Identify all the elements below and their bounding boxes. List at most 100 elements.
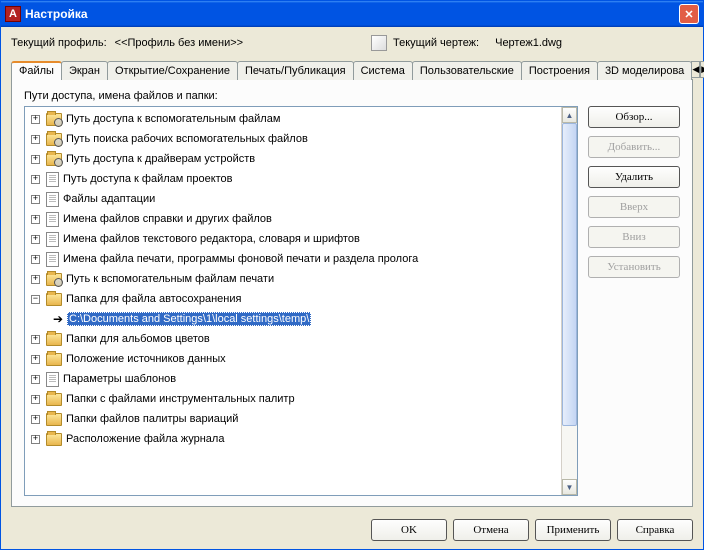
document-icon	[46, 232, 59, 247]
tree-item[interactable]: + Путь доступа к драйверам устройств	[27, 149, 559, 169]
tree-item[interactable]: + Папки с файлами инструментальных палитр	[27, 389, 559, 409]
tree-item-label: Путь поиска рабочих вспомогательных файл…	[66, 133, 308, 145]
delete-button[interactable]: Удалить	[588, 166, 680, 188]
tree-container: +Путь доступа к вспомогательным файлам+П…	[24, 106, 578, 496]
help-button[interactable]: Справка	[617, 519, 693, 541]
tree-item-label: Положение источников данных	[66, 353, 226, 365]
browse-button[interactable]: Обзор...	[588, 106, 680, 128]
expand-icon[interactable]: +	[31, 235, 40, 244]
tree-item-label: Папки файлов палитры вариаций	[66, 413, 238, 425]
drawing-icon	[371, 35, 387, 51]
expand-icon[interactable]: +	[31, 435, 40, 444]
folder-icon	[46, 293, 62, 306]
tree-item[interactable]: + Путь доступа к файлам проектов	[27, 169, 559, 189]
drawing-label: Текущий чертеж:	[393, 37, 479, 49]
drawing-value: Чертеж1.dwg	[495, 37, 562, 49]
scroll-thumb[interactable]	[562, 123, 577, 426]
tab-print[interactable]: Печать/Публикация	[237, 61, 354, 80]
tree-item[interactable]: +Имена файлов текстового редактора, слов…	[27, 229, 559, 249]
settings-window: A Настройка ✕ Текущий профиль: <<Профиль…	[0, 0, 704, 550]
tree-path-item[interactable]: ➔C:\Documents and Settings\1\local setti…	[27, 309, 559, 329]
expand-icon[interactable]: +	[31, 155, 40, 164]
folder-icon	[46, 353, 62, 366]
tree-item-label: Путь доступа к файлам проектов	[63, 173, 233, 185]
tree-item[interactable]: +Параметры шаблонов	[27, 369, 559, 389]
tree-item[interactable]: + Путь к вспомогательным файлам печати	[27, 269, 559, 289]
tree-item-label: Папка для файла автосохранения	[66, 293, 241, 305]
tree-item-label: C:\Documents and Settings\1\local settin…	[67, 312, 311, 326]
add-button: Добавить...	[588, 136, 680, 158]
expand-icon[interactable]: +	[31, 335, 40, 344]
tab-strip: Файлы Экран Открытие/Сохранение Печать/П…	[11, 61, 693, 80]
tab-user[interactable]: Пользовательские	[412, 61, 522, 80]
tree-item-label: Имена файла печати, программы фоновой пе…	[63, 253, 418, 265]
profile-label: Текущий профиль:	[11, 37, 107, 49]
tree-item-label: Папки с файлами инструментальных палитр	[66, 393, 295, 405]
expand-icon[interactable]: +	[31, 175, 40, 184]
tab-opensave[interactable]: Открытие/Сохранение	[107, 61, 238, 80]
expand-icon[interactable]: +	[31, 135, 40, 144]
titlebar[interactable]: A Настройка ✕	[1, 1, 703, 27]
tree-item-label: Папки для альбомов цветов	[66, 333, 210, 345]
tree-item[interactable]: − Папка для файла автосохранения	[27, 289, 559, 309]
tab-files[interactable]: Файлы	[11, 61, 62, 80]
expand-icon[interactable]: +	[31, 275, 40, 284]
close-button[interactable]: ✕	[679, 4, 699, 24]
tree-item[interactable]: + Расположение файла журнала	[27, 429, 559, 449]
expand-icon[interactable]: +	[31, 195, 40, 204]
scroll-down-button[interactable]: ▼	[562, 479, 577, 495]
tree-item[interactable]: + Путь доступа к вспомогательным файлам	[27, 109, 559, 129]
tab-scroll-left[interactable]: ◀	[691, 61, 700, 78]
folder-search-icon	[46, 273, 62, 286]
tree-item[interactable]: +Имена файлов справки и других файлов	[27, 209, 559, 229]
collapse-icon[interactable]: −	[31, 295, 40, 304]
expand-icon[interactable]: +	[31, 415, 40, 424]
scroll-track[interactable]	[562, 123, 577, 479]
tab-3d[interactable]: 3D моделирова	[597, 61, 692, 80]
scrollbar[interactable]: ▲ ▼	[561, 107, 577, 495]
folder-search-icon	[46, 113, 62, 126]
tab-build[interactable]: Построения	[521, 61, 598, 80]
bottom-button-bar: OK Отмена Применить Справка	[1, 511, 703, 549]
expand-icon[interactable]: +	[31, 215, 40, 224]
document-icon	[46, 372, 59, 387]
tab-content-files: Пути доступа, имена файлов и папки: + Пут…	[11, 79, 693, 507]
tree-item-label: Путь доступа к вспомогательным файлам	[66, 113, 280, 125]
document-icon	[46, 172, 59, 187]
folder-icon	[46, 413, 62, 426]
window-title: Настройка	[25, 7, 679, 21]
folder-search-icon	[46, 153, 62, 166]
cancel-button[interactable]: Отмена	[453, 519, 529, 541]
tree-item[interactable]: +Файлы адаптации	[27, 189, 559, 209]
paths-tree[interactable]: +Путь доступа к вспомогательным файлам+П…	[25, 107, 561, 495]
tree-item[interactable]: + Путь поиска рабочих вспомогательных фай…	[27, 129, 559, 149]
client-area: Текущий профиль: <<Профиль без имени>> Т…	[1, 27, 703, 511]
scroll-up-button[interactable]: ▲	[562, 107, 577, 123]
tree-item[interactable]: + Папки файлов палитры вариаций	[27, 409, 559, 429]
up-button: Вверх	[588, 196, 680, 218]
expand-icon[interactable]: +	[31, 115, 40, 124]
document-icon	[46, 192, 59, 207]
tree-item-label: Путь к вспомогательным файлам печати	[66, 273, 274, 285]
section-label: Пути доступа, имена файлов и папки:	[24, 90, 680, 102]
apply-button[interactable]: Применить	[535, 519, 611, 541]
folder-icon	[46, 433, 62, 446]
tab-system[interactable]: Система	[353, 61, 413, 80]
tree-item[interactable]: + Положение источников данных	[27, 349, 559, 369]
tree-item-label: Расположение файла журнала	[66, 433, 224, 445]
folder-search-icon	[46, 133, 62, 146]
expand-icon[interactable]: +	[31, 395, 40, 404]
expand-icon[interactable]: +	[31, 255, 40, 264]
document-icon	[46, 212, 59, 227]
tab-screen[interactable]: Экран	[61, 61, 108, 80]
folder-icon	[46, 393, 62, 406]
ok-button[interactable]: OK	[371, 519, 447, 541]
tab-scroll-right[interactable]: ▶	[700, 61, 704, 78]
expand-icon[interactable]: +	[31, 375, 40, 384]
tree-item[interactable]: + Папки для альбомов цветов	[27, 329, 559, 349]
tree-item-label: Путь доступа к драйверам устройств	[66, 153, 255, 165]
app-icon: A	[5, 6, 21, 22]
tree-item[interactable]: + Имена файла печати, программы фоновой п…	[27, 249, 559, 269]
expand-icon[interactable]: +	[31, 355, 40, 364]
down-button: Вниз	[588, 226, 680, 248]
